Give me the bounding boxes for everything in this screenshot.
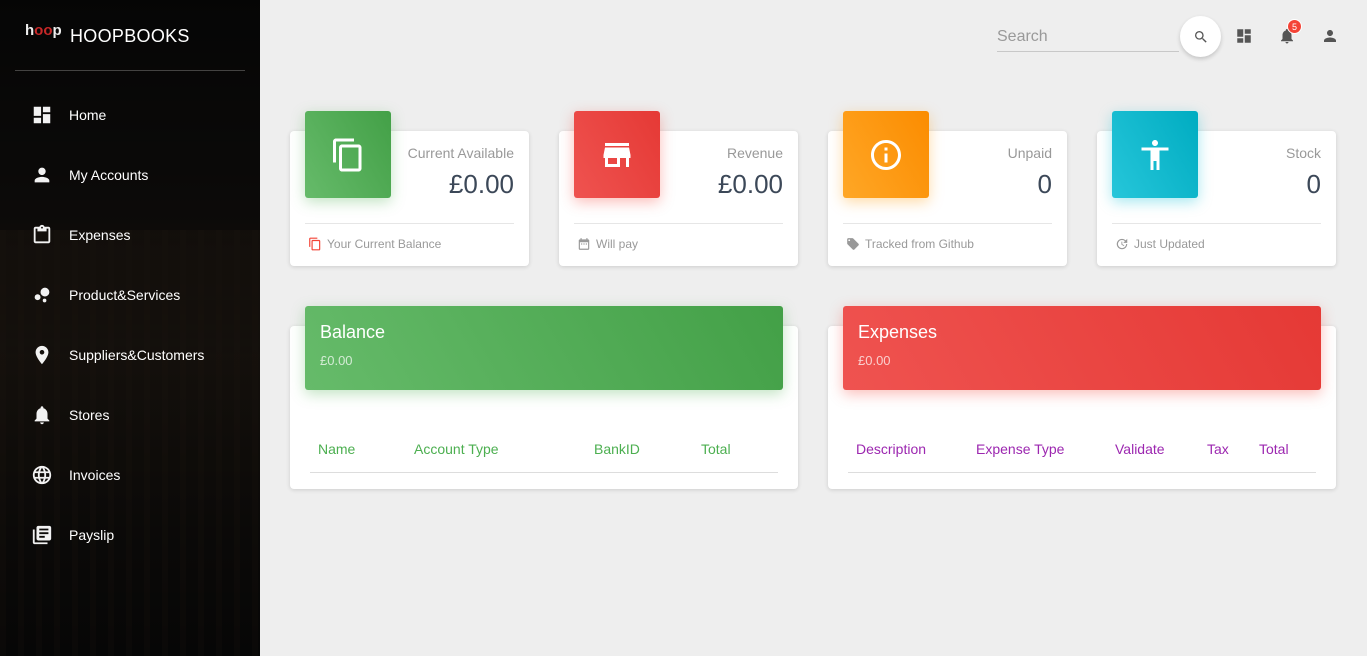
column-header[interactable]: Account Type <box>414 441 499 457</box>
profile-button[interactable] <box>1320 26 1340 46</box>
sidebar-item-label: Invoices <box>69 467 121 483</box>
balance-card: Balance £0.00 Name Account Type BankID T… <box>290 306 798 489</box>
notifications-badge: 5 <box>1287 19 1302 34</box>
sidebar-item-label: Expenses <box>69 227 131 243</box>
sidebar-nav: Home My Accounts Expenses Product&Servic… <box>0 85 260 565</box>
dashboard-icon <box>31 104 53 126</box>
column-header[interactable]: Description <box>856 441 926 457</box>
update-icon <box>1115 237 1134 251</box>
stat-footer: Your Current Balance <box>308 237 441 251</box>
sidebar-item-invoices[interactable]: Invoices <box>0 445 260 505</box>
stat-footer-text: Just Updated <box>1134 237 1205 251</box>
stat-card-current-available: Current Available £0.00 Your Current Bal… <box>290 111 529 266</box>
bell-icon <box>31 404 53 426</box>
bubbles-icon <box>31 284 53 306</box>
divider <box>574 223 783 224</box>
sidebar-item-stores[interactable]: Stores <box>0 385 260 445</box>
sidebar-item-suppliers-customers[interactable]: Suppliers&Customers <box>0 325 260 385</box>
stat-footer: Will pay <box>577 237 638 251</box>
sidebar: hoop HOOPBOOKS Home My Accounts Expenses… <box>0 0 260 656</box>
stat-card-unpaid: Unpaid 0 Tracked from Github <box>828 111 1067 266</box>
divider <box>843 223 1052 224</box>
person-icon <box>31 164 53 186</box>
sidebar-item-expenses[interactable]: Expenses <box>0 205 260 265</box>
card-title: Balance <box>320 322 386 342</box>
brand-title: HOOPBOOKS <box>70 26 190 46</box>
sidebar-item-label: Product&Services <box>69 287 181 303</box>
library-books-icon <box>31 524 53 546</box>
divider <box>305 223 514 224</box>
stat-footer: Tracked from Github <box>846 237 974 251</box>
sidebar-item-label: Stores <box>69 407 110 423</box>
copy-icon <box>308 237 327 251</box>
stat-icon-box <box>1112 111 1198 198</box>
column-header[interactable]: Validate <box>1115 441 1165 457</box>
copy-icon <box>330 137 366 173</box>
expenses-card-header: Expenses £0.00 <box>843 306 1321 390</box>
table-header-row: Description Expense Type Validate Tax To… <box>848 434 1316 473</box>
stat-title: Unpaid <box>1007 145 1052 161</box>
search-button[interactable] <box>1180 16 1221 57</box>
stat-footer: Just Updated <box>1115 237 1205 251</box>
sidebar-item-label: Suppliers&Customers <box>69 347 205 363</box>
stat-value: £0.00 <box>717 169 783 199</box>
stat-value: 0 <box>1037 169 1052 199</box>
balance-card-header: Balance £0.00 <box>305 306 783 390</box>
search-input[interactable] <box>997 24 1179 50</box>
location-pin-icon <box>31 344 53 366</box>
dashboard-button[interactable] <box>1234 26 1254 46</box>
calendar-icon <box>577 237 596 251</box>
column-header[interactable]: Expense Type <box>976 441 1064 457</box>
stat-icon-box <box>574 111 660 198</box>
table-header-row: Name Account Type BankID Total <box>310 434 778 473</box>
stat-footer-text: Tracked from Github <box>865 237 974 251</box>
sidebar-item-label: My Accounts <box>69 167 149 183</box>
search-icon <box>1193 29 1209 45</box>
brand-logo: hoop <box>25 22 62 39</box>
sidebar-item-product-services[interactable]: Product&Services <box>0 265 260 325</box>
column-header[interactable]: Tax <box>1207 441 1229 457</box>
column-header[interactable]: BankID <box>594 441 640 457</box>
info-icon <box>868 137 904 173</box>
dashboard-icon <box>1235 27 1253 45</box>
card-subtitle: £0.00 <box>320 353 353 368</box>
stat-footer-text: Your Current Balance <box>327 237 442 251</box>
expenses-card: Expenses £0.00 Description Expense Type … <box>828 306 1336 489</box>
stat-title: Current Available <box>407 145 514 161</box>
globe-icon <box>31 464 53 486</box>
sidebar-item-my-accounts[interactable]: My Accounts <box>0 145 260 205</box>
column-header[interactable]: Total <box>1259 441 1289 457</box>
card-title: Expenses <box>858 322 938 342</box>
column-header[interactable]: Total <box>701 441 731 457</box>
person-icon <box>1321 27 1339 45</box>
sidebar-item-payslip[interactable]: Payslip <box>0 505 260 565</box>
sidebar-item-label: Payslip <box>69 527 115 543</box>
column-header[interactable]: Name <box>318 441 355 457</box>
stat-footer-text: Will pay <box>596 237 639 251</box>
stat-title: Stock <box>1285 145 1321 161</box>
stat-icon-box <box>843 111 929 198</box>
sidebar-item-label: Home <box>69 107 107 123</box>
stat-card-revenue: Revenue £0.00 Will pay <box>559 111 798 266</box>
clipboard-icon <box>31 224 53 246</box>
stat-title: Revenue <box>726 145 783 161</box>
divider <box>1112 223 1321 224</box>
accessibility-icon <box>1137 137 1173 173</box>
search-field <box>997 24 1179 52</box>
sidebar-item-home[interactable]: Home <box>0 85 260 145</box>
stat-card-stock: Stock 0 Just Updated <box>1097 111 1336 266</box>
stat-value: £0.00 <box>448 169 514 199</box>
tag-icon <box>846 237 865 251</box>
stat-icon-box <box>305 111 391 198</box>
stat-value: 0 <box>1306 169 1321 199</box>
brand[interactable]: hoop HOOPBOOKS <box>15 14 245 71</box>
card-subtitle: £0.00 <box>858 353 891 368</box>
store-icon <box>599 137 635 173</box>
